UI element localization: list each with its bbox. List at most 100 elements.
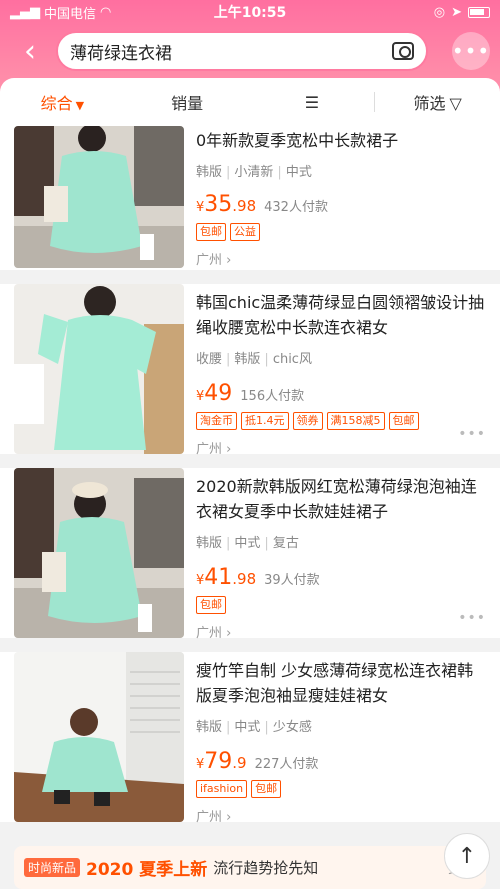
tag: 中式 [222,720,260,735]
layout-toggle-button[interactable]: ☰ [250,93,375,112]
product-info: 2020新款韩版网红宽松薄荷绿泡泡袖连衣裙女夏季中长款娃娃裙子 韩版中式复古 ¥… [184,468,500,641]
sales-count: 156人付款 [240,389,305,404]
tag: 韩版 [196,720,223,735]
filter-icon: ▽ [449,94,462,113]
tab-filter[interactable]: 筛选 ▽ [375,90,500,114]
sales-count: 39人付款 [264,573,320,588]
badge: 包邮 [388,412,419,430]
currency-symbol: ¥ [196,757,205,772]
location-label: 广州 [196,253,223,268]
badge-list: 淘金币 抵1.4元 领券 满158减5 包邮 [196,412,486,430]
chevron-right-icon: › [226,810,232,825]
back-to-top-button[interactable]: ↑ [444,833,490,879]
status-bar: ▂▄▆ 中国电信 ◠ 上午10:55 ◎ ➤ [0,0,500,24]
badge: 抵1.4元 [241,412,289,430]
sales-count: 432人付款 [264,200,328,215]
list-view-icon: ☰ [304,92,320,112]
location: 广州 › [196,622,486,641]
more-button[interactable]: ••• [452,32,490,70]
product-image[interactable] [14,284,184,454]
product-image[interactable] [14,126,184,268]
battery-icon [468,6,490,18]
back-button[interactable]: ‹ [10,31,50,71]
tag: 中式 [222,536,260,551]
price-decimal: .98 [232,197,257,215]
badge-list: ifashion 包邮 [196,780,486,798]
tag: 韩版 [222,352,260,367]
more-options-icon[interactable]: ••• [458,610,486,626]
badge-list: 包邮 公益 [196,223,486,241]
signal-icon: ▂▄▆ [10,4,40,20]
location-label: 广州 [196,626,223,641]
location: 广州 › [196,249,486,268]
price-integer: 41 [204,565,233,590]
currency-symbol: ¥ [196,200,205,215]
more-options-icon[interactable]: ••• [458,426,486,442]
tag: 复古 [260,536,298,551]
product-image[interactable] [14,652,184,822]
tag: 少女感 [260,720,311,735]
chevron-right-icon: › [226,626,232,641]
product-list: 0年新款夏季宽松中长款裙子 韩版小清新中式 ¥35.98 432人付款 包邮 公… [0,126,500,836]
search-query: 薄荷绿连衣裙 [70,43,172,64]
price-integer: 49 [204,381,233,406]
product-title[interactable]: 韩国chic温柔薄荷绿显白圆领褶皱设计抽绳收腰宽松中长款连衣裙女 [196,290,486,340]
badge: 满158减5 [326,412,385,430]
tag: 韩版 [196,536,223,551]
price-row: ¥35.98 432人付款 [196,192,486,217]
tab-sales-label: 销量 [171,94,204,113]
price-row: ¥49 156人付款 [196,381,486,406]
product-card[interactable]: 瘦竹竿自制 少女感薄荷绿宽松连衣裙韩版夏季泡泡袖显瘦娃娃裙女 韩版中式少女感 ¥… [0,652,500,825]
product-title[interactable]: 0年新款夏季宽松中长款裙子 [196,128,486,153]
price-integer: 35 [204,192,233,217]
chevron-left-icon: ‹ [24,33,36,69]
caret-down-icon: ▼ [75,99,85,112]
location: 广州 › [196,438,486,457]
tag: chic风 [260,352,312,367]
product-image[interactable] [14,468,184,638]
banner-title: 2020 夏季上新 [86,860,208,880]
more-dots-icon: ••• [451,39,491,63]
product-tags: 韩版小清新中式 [196,161,486,180]
tag: 中式 [273,165,311,180]
product-tags: 收腰韩版chic风 [196,348,486,367]
location-label: 广州 [196,442,223,457]
sales-count: 227人付款 [254,757,319,772]
badge: 包邮 [251,780,282,798]
product-tags: 韩版中式复古 [196,532,486,551]
product-info: 瘦竹竿自制 少女感薄荷绿宽松连衣裙韩版夏季泡泡袖显瘦娃娃裙女 韩版中式少女感 ¥… [184,652,500,825]
price-decimal: .9 [232,754,247,772]
tab-filter-label: 筛选 [413,94,446,113]
new-arrivals-banner[interactable]: 时尚新品 2020 夏季上新 流行趋势抢先知 更多 [14,846,486,889]
product-card[interactable]: 2020新款韩版网红宽松薄荷绿泡泡袖连衣裙女夏季中长款娃娃裙子 韩版中式复古 ¥… [0,468,500,641]
tab-comprehensive-label: 综合 [40,94,73,113]
wifi-icon: ◠ [100,4,112,20]
badge: 公益 [230,223,260,241]
chevron-right-icon: › [226,253,232,268]
location: 广州 › [196,806,486,825]
product-info: 0年新款夏季宽松中长款裙子 韩版小清新中式 ¥35.98 432人付款 包邮 公… [184,126,500,270]
tab-comprehensive[interactable]: 综合 ▼ [0,90,125,114]
currency-symbol: ¥ [196,389,205,404]
badge: 包邮 [196,596,226,614]
sort-bar: 综合 ▼ 销量 ☰ 筛选 ▽ [0,78,500,126]
carrier-label: 中国电信 [44,6,97,22]
search-row: ‹ 薄荷绿连衣裙 ••• [0,24,500,78]
price-decimal: .98 [232,570,257,588]
price-row: ¥41.98 39人付款 [196,565,486,590]
product-title[interactable]: 瘦竹竿自制 少女感薄荷绿宽松连衣裙韩版夏季泡泡袖显瘦娃娃裙女 [196,658,486,708]
badge: 领券 [292,412,323,430]
banner-subtitle: 流行趋势抢先知 [213,859,319,877]
product-card[interactable]: 0年新款夏季宽松中长款裙子 韩版小清新中式 ¥35.98 432人付款 包邮 公… [0,126,500,270]
search-input[interactable]: 薄荷绿连衣裙 [56,31,428,71]
location-icon: ➤ [451,4,462,20]
badge-list: 包邮 [196,596,486,614]
product-card[interactable]: 韩国chic温柔薄荷绿显白圆领褶皱设计抽绳收腰宽松中长款连衣裙女 收腰韩版chi… [0,284,500,457]
badge: ifashion [196,780,248,798]
price-integer: 79 [204,749,233,774]
alarm-icon: ◎ [433,4,446,20]
product-title[interactable]: 2020新款韩版网红宽松薄荷绿泡泡袖连衣裙女夏季中长款娃娃裙子 [196,474,486,524]
tab-sales[interactable]: 销量 [125,90,250,114]
price-row: ¥79.9 227人付款 [196,749,486,774]
camera-icon[interactable] [392,42,414,60]
